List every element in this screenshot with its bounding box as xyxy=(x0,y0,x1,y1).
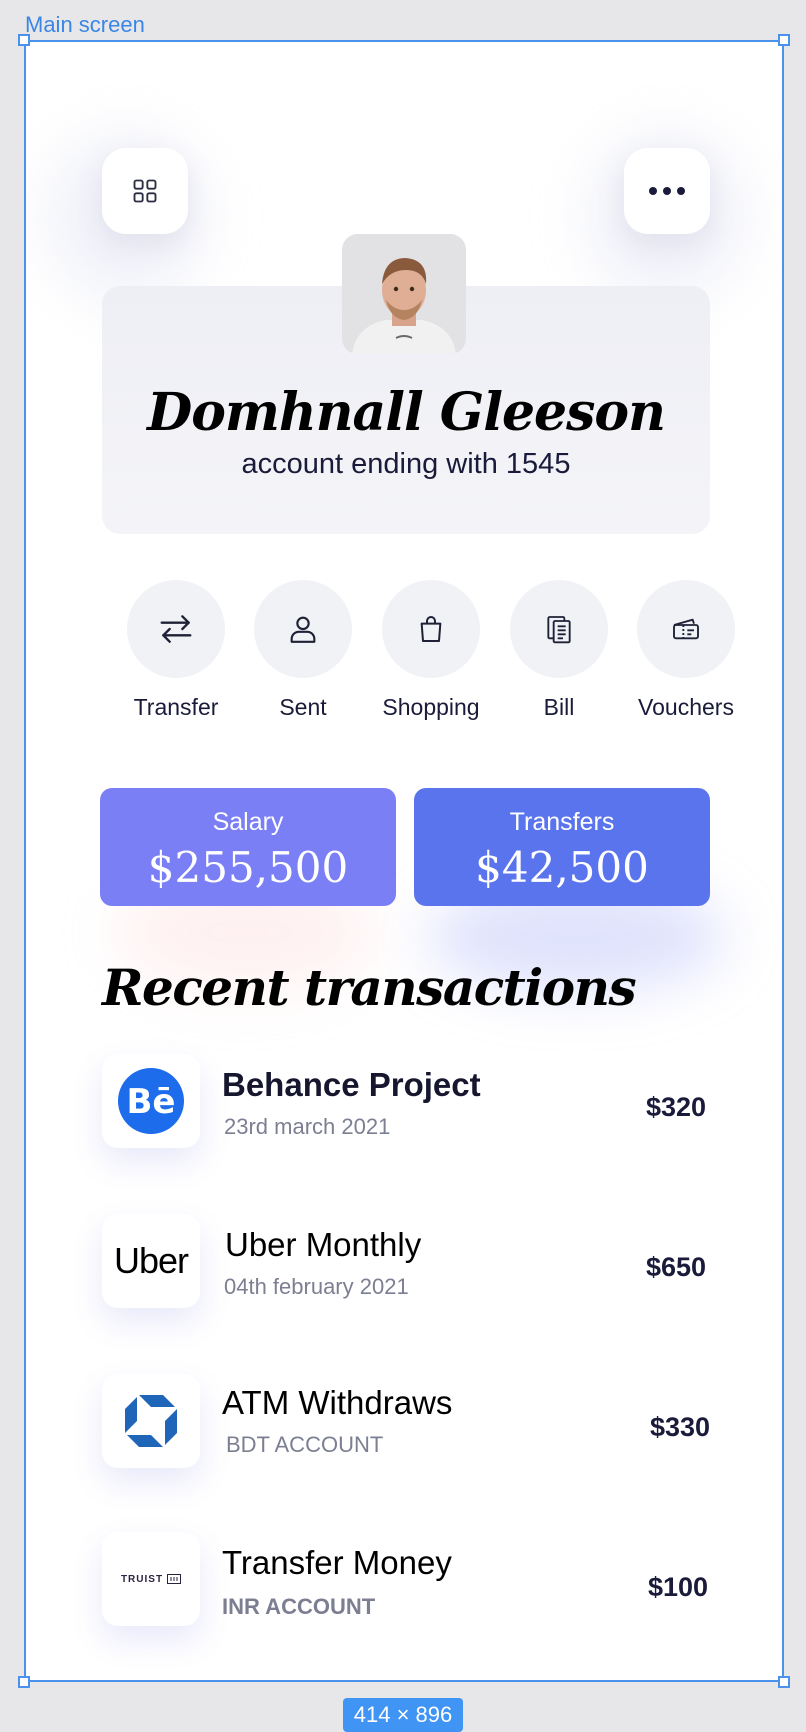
stat-value: $42,500 xyxy=(475,843,649,892)
menu-button[interactable] xyxy=(102,148,188,234)
account-line: account ending with 1545 xyxy=(241,448,571,480)
transaction-title: Uber Monthly xyxy=(225,1226,422,1263)
transfers-card[interactable]: Transfers $42,500 xyxy=(414,788,710,906)
resize-handle[interactable] xyxy=(18,34,30,46)
action-bill[interactable]: Bill xyxy=(494,580,624,721)
salary-card[interactable]: Salary $255,500 xyxy=(100,788,396,906)
resize-handle[interactable] xyxy=(778,1676,790,1688)
grid-icon xyxy=(133,179,157,203)
avatar[interactable] xyxy=(342,234,466,354)
user-name: Domhnall Gleeson xyxy=(147,382,666,443)
truist-logo: TRUIST xyxy=(102,1532,200,1626)
transaction-amount: $650 xyxy=(646,1252,707,1282)
transaction-amount: $100 xyxy=(648,1572,709,1602)
action-label: Vouchers xyxy=(638,694,734,720)
truist-logo-text: TRUIST xyxy=(120,1573,164,1585)
behance-logo: Bē xyxy=(102,1054,200,1148)
stat-title: Salary xyxy=(212,808,284,836)
action-shopping[interactable]: Shopping xyxy=(366,580,496,721)
uber-logo: Uber xyxy=(102,1214,200,1308)
uber-logo-text: Uber xyxy=(113,1240,189,1281)
transaction-title: ATM Withdraws xyxy=(222,1384,453,1421)
chase-logo xyxy=(102,1374,200,1468)
resize-handle[interactable] xyxy=(778,34,790,46)
more-horizontal-icon xyxy=(649,187,685,195)
stat-title: Transfers xyxy=(509,808,615,836)
size-badge: 414 × 896 xyxy=(343,1698,463,1732)
bill-document-icon xyxy=(547,616,571,644)
action-transfer[interactable]: Transfer xyxy=(111,580,241,721)
transaction-amount: $330 xyxy=(650,1412,711,1442)
transaction-title: Behance Project xyxy=(222,1066,481,1103)
transaction-subtitle: BDT ACCOUNT xyxy=(226,1432,384,1457)
transaction-subtitle: 04th february 2021 xyxy=(224,1274,409,1299)
more-button[interactable] xyxy=(624,148,710,234)
transaction-subtitle: INR ACCOUNT xyxy=(222,1594,376,1619)
transfer-arrows-icon xyxy=(160,615,192,643)
frame-label: Main screen xyxy=(25,12,145,37)
action-label: Bill xyxy=(543,694,575,720)
transaction-amount: $320 xyxy=(646,1092,707,1122)
svg-text:Bē: Bē xyxy=(127,1082,176,1122)
action-label: Transfer xyxy=(133,694,219,720)
action-vouchers[interactable]: Vouchers xyxy=(621,580,751,721)
resize-handle[interactable] xyxy=(18,1676,30,1688)
transaction-subtitle: 23rd march 2021 xyxy=(224,1114,391,1139)
action-sent[interactable]: Sent xyxy=(238,580,368,721)
action-label: Sent xyxy=(279,694,327,720)
shopping-bag-icon xyxy=(420,616,442,642)
transaction-title: Transfer Money xyxy=(222,1544,452,1581)
main-screen: Domhnall Gleeson account ending with 154… xyxy=(24,40,784,1682)
user-icon xyxy=(290,616,316,643)
stat-value: $255,500 xyxy=(147,843,349,892)
voucher-ticket-icon xyxy=(673,618,699,640)
section-title: Recent transactions xyxy=(102,958,637,1017)
action-label: Shopping xyxy=(382,694,480,720)
